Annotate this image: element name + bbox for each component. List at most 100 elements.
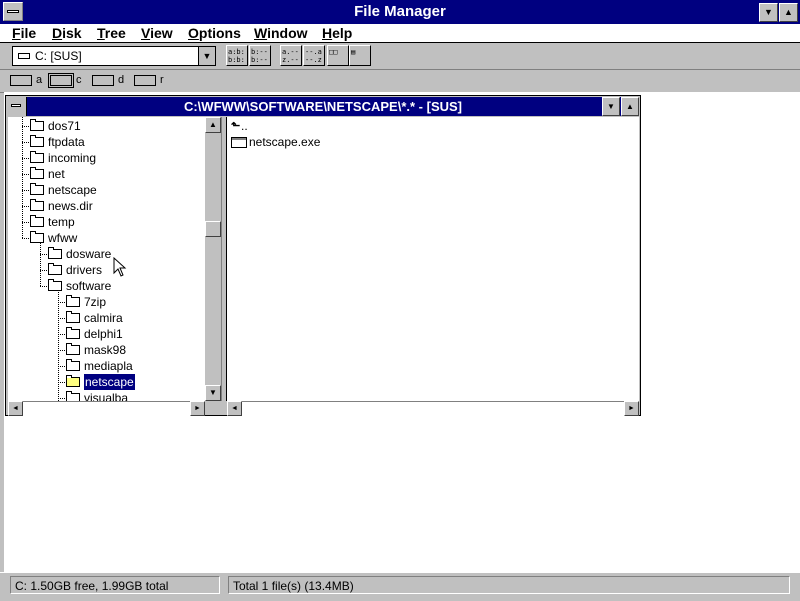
tree-item-label: dos71 [48,119,81,133]
tree-item[interactable]: delphi1 [66,326,198,342]
tree-item[interactable]: incoming [30,150,198,166]
window-options-button[interactable]: ▤ [349,45,371,66]
tree-item[interactable]: netscape [30,182,198,198]
drive-selector-value: C: [SUS] [35,49,82,63]
folder-icon [66,343,80,355]
scroll-left-button[interactable]: ◄ [227,401,242,416]
floppy-drive-icon [10,75,32,86]
tree-connector-line [58,290,59,401]
scroll-track[interactable] [23,401,190,416]
minimize-icon: ▼ [607,102,615,111]
sort-by-name-icon: a.-- z.-- [282,48,299,64]
menu-file[interactable]: File [12,24,36,42]
tree-item-label: news.dir [48,199,93,213]
folder-icon [30,215,44,227]
drive-d[interactable]: d [90,72,130,90]
view-large-icons-button[interactable]: a:b: b:b: [226,45,248,66]
menu-help[interactable]: Help [322,24,352,42]
drive-r[interactable]: r [132,72,172,90]
scroll-right-button[interactable]: ► [624,401,639,416]
menu-accelerator: T [97,25,105,41]
file-list[interactable]: ⬑.. netscape.exe [227,117,639,401]
menu-window[interactable]: Window [254,24,308,42]
tree-item[interactable]: mask98 [66,342,198,358]
child-minimize-button[interactable]: ▼ [602,97,620,116]
directory-tree[interactable]: dos71 ftpdata incoming net netscape news.dir t… [8,117,205,401]
scroll-track[interactable] [242,401,624,416]
tree-item[interactable]: net [30,166,198,182]
file-name: netscape.exe [249,135,321,149]
directory-window-title-bar[interactable]: C:\WFWW\SOFTWARE\NETSCAPE\*.* - [SUS] ▼ … [7,97,639,116]
tree-item-label: software [66,279,112,293]
folder-icon [30,151,44,163]
directory-window[interactable]: C:\WFWW\SOFTWARE\NETSCAPE\*.* - [SUS] ▼ … [5,95,641,416]
tree-item[interactable]: software [48,278,198,294]
tree-connector-line [22,158,29,159]
sort-by-type-button[interactable]: --.a --.z [303,45,325,66]
tree-connector-line [40,242,41,286]
file-item[interactable]: netscape.exe [231,134,431,150]
tree-item[interactable]: temp [30,214,198,230]
scroll-down-button[interactable]: ▼ [205,385,221,401]
sort-by-type-icon: --.a --.z [305,48,322,64]
tree-horizontal-scrollbar[interactable]: ◄ ► [8,401,205,416]
tree-item-label: mask98 [84,343,127,357]
view-details-icon: b:-- b:-- [251,48,268,64]
folder-icon [48,247,62,259]
title-bar[interactable]: File Manager ▼ ▲ [0,0,800,24]
menu-accelerator: W [254,25,268,41]
menu-tree[interactable]: Tree [97,24,126,42]
tree-item-label: mediapla [84,359,133,373]
menu-accelerator: H [322,25,333,41]
tree-item[interactable]: netscape [66,374,198,390]
maximize-button[interactable]: ▲ [779,3,798,22]
scroll-up-button[interactable]: ▲ [205,117,221,133]
sort-by-name-button[interactable]: a.-- z.-- [280,45,302,66]
drive-letter: c [76,74,82,86]
dropdown-arrow-icon[interactable]: ▼ [198,47,215,65]
tree-item[interactable]: mediapla [66,358,198,374]
toolbar: C: [SUS] ▼ a:b: b:b: b:-- b:-- a.-- z.-- --… [0,43,800,69]
files-horizontal-scrollbar[interactable]: ◄ ► [227,401,639,416]
tree-item[interactable]: 7zip [66,294,198,310]
scroll-thumb[interactable] [205,221,221,237]
folder-icon [30,167,44,179]
tree-item[interactable]: dos71 [30,118,198,134]
tree-vertical-scrollbar[interactable]: ▲ ▼ [205,117,221,401]
view-large-icons-icon: a:b: b:b: [228,48,245,64]
tree-connector-line [58,382,65,383]
folder-icon [66,311,80,323]
exe-icon [231,137,247,148]
scroll-right-button[interactable]: ► [190,401,205,416]
folder-icon [30,231,44,243]
folder-icon [48,279,62,291]
hard-drive-icon [18,53,30,59]
drive-selector[interactable]: C: [SUS] ▼ [12,46,216,66]
right-arrow-icon: ► [194,405,201,412]
folder-icon [66,295,80,307]
folder-icon [66,327,80,339]
up-arrow-icon: ▲ [209,120,217,129]
tree-item[interactable]: news.dir [30,198,198,214]
view-details-button[interactable]: b:-- b:-- [249,45,271,66]
scroll-left-button[interactable]: ◄ [8,401,23,416]
menu-disk[interactable]: Disk [52,24,82,42]
tree-connector-line [22,206,29,207]
menu-view[interactable]: View [141,24,173,42]
menu-options[interactable]: Options [188,24,241,42]
tree-item[interactable]: ftpdata [30,134,198,150]
tree-connector-line [58,318,65,319]
down-arrow-icon: ▼ [209,388,217,397]
window-new-button[interactable]: □□ [327,45,349,66]
menu-bar: File Disk Tree View Options Window Help [0,24,800,43]
parent-directory-item[interactable]: ⬑.. [231,118,431,134]
drive-c[interactable]: c [48,72,88,90]
menu-label: ile [20,25,37,41]
child-maximize-button[interactable]: ▲ [621,97,639,116]
minimize-button[interactable]: ▼ [759,3,778,22]
tree-item[interactable]: visualba [66,390,198,401]
tree-item[interactable]: wfww [30,230,198,246]
mouse-cursor-icon [113,257,127,277]
tree-item[interactable]: calmira [66,310,198,326]
drive-a[interactable]: a [8,72,48,90]
